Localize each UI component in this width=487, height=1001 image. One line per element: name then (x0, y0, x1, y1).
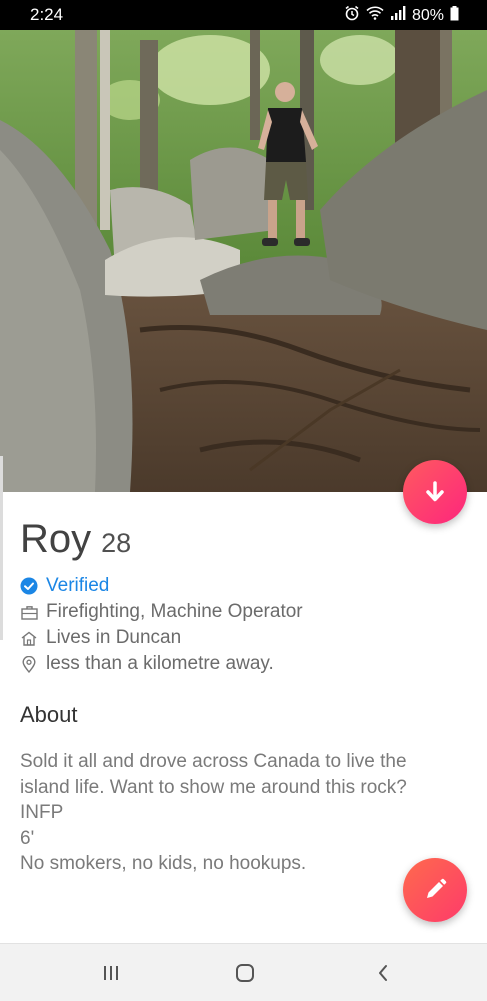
verified-badge-icon (20, 577, 38, 595)
bio-line: INFP (20, 802, 64, 824)
wifi-icon (366, 6, 384, 25)
map-pin-icon (20, 655, 38, 673)
status-icons: 80% (344, 5, 459, 26)
profile-name: Roy (20, 517, 92, 561)
verified-row: Verified (20, 575, 109, 597)
name-age-row: Roy 28 (20, 517, 131, 562)
location-row: Lives in Duncan (20, 627, 181, 649)
location-text: Lives in Duncan (46, 627, 182, 648)
signal-icon (390, 6, 406, 25)
about-heading: About (20, 702, 78, 727)
job-text: Firefighting, Machine Operator (46, 601, 303, 622)
distance-row: less than a kilometre away. (20, 653, 274, 675)
status-bar: 2:24 80% (0, 0, 487, 30)
alarm-icon (344, 5, 360, 26)
forest-photo (0, 30, 487, 492)
distance-text: less than a kilometre away. (46, 653, 274, 674)
briefcase-icon (20, 603, 38, 621)
home-icon (20, 629, 38, 647)
arrow-down-icon (426, 481, 444, 502)
bio-line: Sold it all and drove across Canada to l… (20, 751, 407, 772)
home-icon (236, 964, 254, 982)
bio-line: No smokers, no kids, no hookups. (20, 853, 307, 875)
back-icon (379, 965, 387, 981)
status-time: 2:24 (30, 5, 64, 24)
bio-text: Sold it all and drove across Canada to l… (20, 749, 460, 877)
recent-apps-icon (104, 966, 118, 980)
profile-photo[interactable] (0, 30, 487, 492)
battery-icon (450, 5, 459, 26)
navigation-bar (0, 943, 487, 1001)
home-button[interactable] (232, 960, 258, 986)
back-button[interactable] (370, 960, 396, 986)
profile-age: 28 (101, 528, 132, 558)
pencil-icon (427, 878, 447, 898)
collapse-profile-button[interactable] (403, 460, 467, 524)
job-row: Firefighting, Machine Operator (20, 601, 303, 623)
battery-percent: 80% (411, 6, 444, 24)
bio-line: island life. Want to show me around this… (20, 776, 407, 798)
recent-apps-button[interactable] (98, 960, 124, 986)
verified-label: Verified (46, 575, 110, 596)
edit-profile-button[interactable] (403, 858, 467, 922)
scroll-indicator (0, 456, 3, 640)
bio-line: 6' (20, 827, 35, 849)
